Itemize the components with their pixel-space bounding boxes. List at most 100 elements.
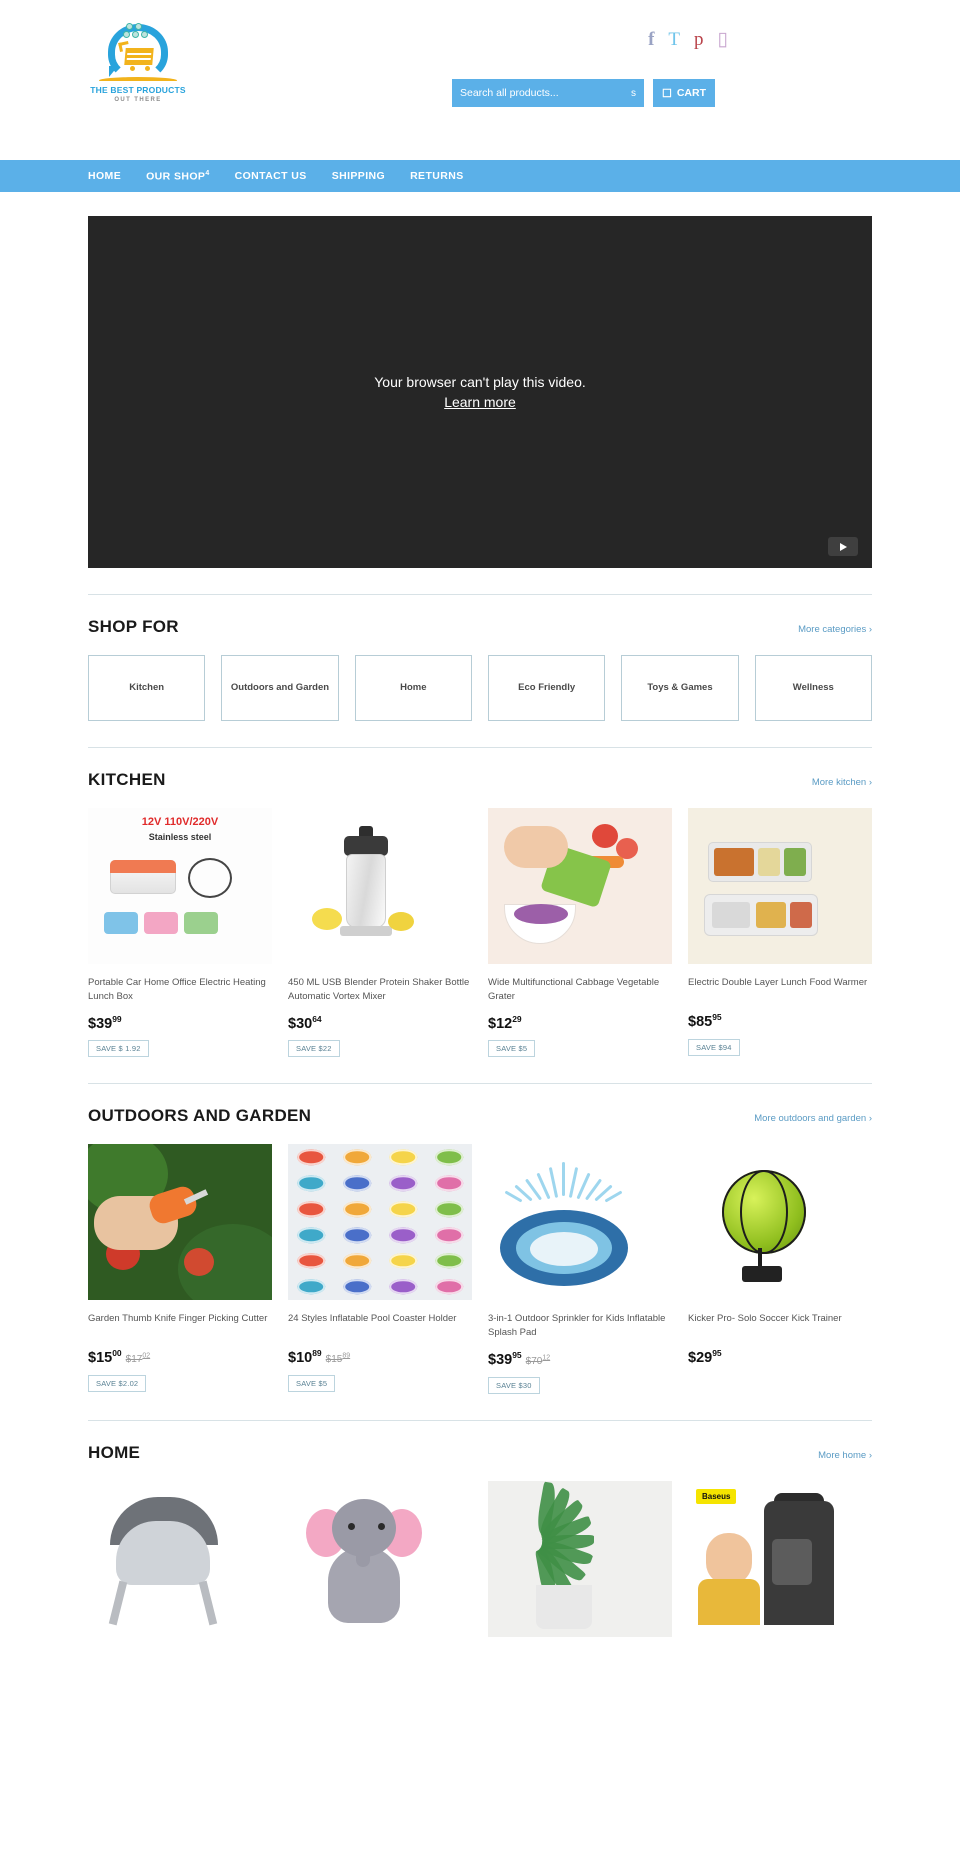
category-label: Toys & Games [647, 681, 713, 693]
divider [88, 1419, 872, 1421]
brand-badge: Baseus [696, 1488, 737, 1504]
product-title: 3-in-1 Outdoor Sprinkler for Kids Inflat… [488, 1313, 666, 1339]
twitter-icon[interactable]: T [668, 30, 680, 49]
product-card[interactable]: 3-in-1 Outdoor Sprinkler for Kids Inflat… [488, 1144, 672, 1394]
category-label: Wellness [792, 681, 834, 693]
category-tile-outdoors-and-garden[interactable]: Outdoors and Garden [221, 655, 339, 721]
product-image-baby-swing[interactable] [88, 1480, 272, 1637]
product-image-lunch-box[interactable]: 12V 110V/220V Stainless steel [88, 808, 272, 964]
price-dollars: $29 [688, 1350, 713, 1367]
logo-cart-icon [97, 22, 179, 84]
main-navigation: HOME OUR SHOP4 CONTACT US SHIPPING RETUR… [0, 160, 960, 192]
product-price: $8595 [688, 1012, 872, 1030]
video-learn-more-link[interactable]: Learn more [444, 394, 516, 410]
product-card[interactable] [288, 1480, 472, 1637]
section-title: OUTDOORS AND GARDEN [88, 1106, 312, 1126]
search-input[interactable]: Search all products... s [452, 79, 644, 107]
product-card[interactable] [88, 1480, 272, 1637]
product-image-food-warmer[interactable] [688, 808, 872, 964]
product-price: $1229 [488, 1014, 672, 1032]
category-label: Home [400, 681, 427, 693]
product-image-car-seat-fan[interactable]: Baseus [688, 1480, 872, 1637]
shop-for-title: SHOP FOR [88, 617, 179, 636]
category-tile-home[interactable]: Home [354, 655, 472, 721]
product-card[interactable]: 24 Styles Inflatable Pool Coaster Holder… [288, 1144, 472, 1393]
product-image-blender[interactable] [288, 808, 472, 964]
pinterest-icon[interactable]: p [694, 30, 704, 49]
product-card[interactable] [488, 1480, 672, 1637]
video-player[interactable]: Your browser can't play this video. Lear… [88, 216, 872, 568]
kitchen-section-header: KITCHEN More kitchen › [88, 770, 872, 790]
video-error-text: Your browser can't play this video. [374, 373, 586, 390]
product-image-soccer-trainer[interactable] [688, 1144, 872, 1301]
play-icon[interactable] [828, 537, 858, 556]
product-card[interactable]: 450 ML USB Blender Protein Shaker Bottle… [288, 808, 472, 1058]
more-outdoors-link[interactable]: More outdoors and garden › [754, 1113, 872, 1124]
more-home-link[interactable]: More home › [818, 1450, 872, 1461]
category-tile-wellness[interactable]: Wellness [754, 655, 872, 721]
category-label: Kitchen [129, 681, 165, 693]
cart-button[interactable]: ☐ CART [653, 79, 715, 107]
nav-item-contact-us[interactable]: CONTACT US [235, 170, 307, 182]
product-old-price: $1589 [325, 1352, 351, 1366]
category-tile-toys-and-games[interactable]: Toys & Games [621, 655, 739, 721]
price-dollars: $39 [488, 1351, 513, 1368]
site-header: THE BEST PRODUCTS OUT THERE f T p ▯ Sear… [0, 0, 960, 160]
product-image-grater[interactable] [488, 808, 672, 964]
product-price: $3064 [288, 1014, 472, 1032]
product-image-artificial-plant[interactable] [488, 1480, 672, 1637]
search-icon[interactable]: s [631, 88, 636, 99]
product-title: 24 Styles Inflatable Pool Coaster Holder [288, 1313, 457, 1325]
product-title: Electric Double Layer Lunch Food Warmer [688, 977, 868, 988]
price-cents: 89 [312, 1348, 322, 1359]
save-badge: SAVE $2.02 [88, 1375, 147, 1393]
category-tile-kitchen[interactable]: Kitchen [88, 655, 206, 721]
product-title: Garden Thumb Knife Finger Picking Cutter [88, 1313, 268, 1325]
save-badge: SAVE $22 [288, 1040, 340, 1058]
section-title: KITCHEN [88, 770, 166, 789]
product-card[interactable]: Baseus [688, 1480, 872, 1637]
price-cents: 99 [112, 1013, 122, 1024]
product-card[interactable]: 12V 110V/220V Stainless steel Portable C… [88, 808, 272, 1058]
product-price: $2995 [688, 1348, 872, 1366]
product-price: $3995$7012 [488, 1350, 672, 1368]
nav-item-our-shop[interactable]: OUR SHOP4 [146, 170, 210, 183]
social-links: f T p ▯ [648, 30, 728, 49]
save-badge: SAVE $94 [688, 1038, 740, 1056]
save-badge: SAVE $5 [488, 1040, 536, 1058]
site-logo[interactable]: THE BEST PRODUCTS OUT THERE [88, 22, 188, 114]
price-cents: 64 [312, 1013, 322, 1024]
price-dollars: $39 [88, 1015, 113, 1032]
video-message: Your browser can't play this video. Lear… [374, 372, 586, 413]
nav-item-home[interactable]: HOME [88, 170, 121, 182]
product-image-elephant-plush[interactable] [288, 1480, 472, 1637]
nav-item-shipping[interactable]: SHIPPING [332, 170, 385, 182]
category-tile-eco-friendly[interactable]: Eco Friendly [487, 655, 606, 721]
category-label: Eco Friendly [518, 681, 576, 693]
price-cents: 95 [712, 1348, 722, 1359]
product-card[interactable]: Wide Multifunctional Cabbage Vegetable G… [488, 808, 672, 1058]
price-dollars: $85 [688, 1013, 713, 1030]
category-tiles: Kitchen Outdoors and Garden Home Eco Fri… [88, 655, 872, 721]
nav-item-returns[interactable]: RETURNS [410, 170, 464, 182]
product-price: $1089$1589 [288, 1348, 472, 1366]
product-image-pool-coaster[interactable] [288, 1144, 472, 1301]
product-card[interactable]: Garden Thumb Knife Finger Picking Cutter… [88, 1144, 272, 1393]
instagram-icon[interactable]: ▯ [718, 30, 728, 49]
product-image-sprinkler[interactable] [488, 1144, 672, 1301]
product-title: Portable Car Home Office Electric Heatin… [88, 977, 266, 1002]
logo-subtitle: OUT THERE [114, 97, 162, 103]
product-card[interactable]: Electric Double Layer Lunch Food Warmer … [688, 808, 872, 1057]
price-cents: 95 [712, 1012, 722, 1022]
product-title: Wide Multifunctional Cabbage Vegetable G… [488, 977, 660, 1002]
product-image-garden-cutter[interactable] [88, 1144, 272, 1301]
more-categories-link[interactable]: More categories › [798, 624, 872, 635]
more-kitchen-link[interactable]: More kitchen › [812, 777, 872, 788]
logo-title: THE BEST PRODUCTS [90, 85, 186, 95]
product-old-price: $1702 [125, 1352, 151, 1366]
product-card[interactable]: Kicker Pro- Solo Soccer Kick Trainer $29… [688, 1144, 872, 1393]
product-price: $1500$1702 [88, 1348, 272, 1366]
home-product-grid: Baseus [88, 1480, 872, 1637]
price-cents: 29 [512, 1013, 522, 1024]
facebook-icon[interactable]: f [648, 30, 654, 49]
